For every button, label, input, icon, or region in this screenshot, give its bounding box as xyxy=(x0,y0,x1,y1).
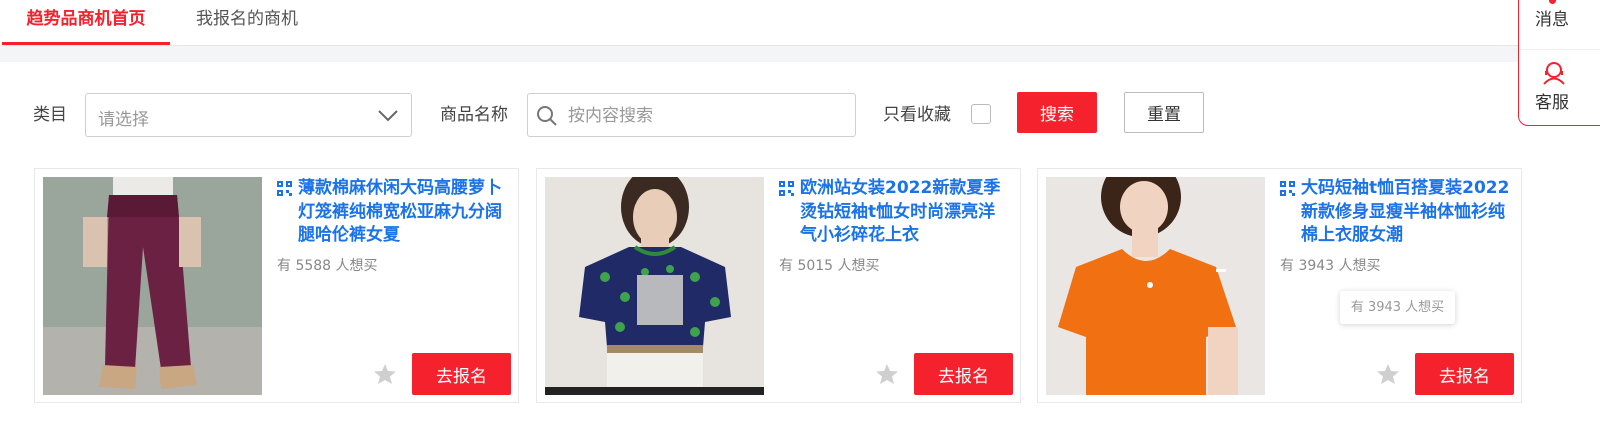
product-card: 欧洲站女装2022新款夏季烫钻短袖t恤女时尚漂亮洋气小衫碎花上衣 有 5015 … xyxy=(536,168,1021,403)
divider xyxy=(1519,49,1600,50)
want-count: 有 5588 人想买 xyxy=(277,258,378,274)
product-title-block: 薄款棉麻休闲大码高腰萝卜灯笼裤纯棉宽松亚麻九分阔腿哈伦裤女夏 xyxy=(277,177,509,248)
category-select[interactable]: 请选择 xyxy=(85,93,412,137)
category-placeholder: 请选择 xyxy=(98,110,149,130)
product-title-block: 大码短袖t恤百搭夏装2022新款修身显瘦半袖体恤衫纯棉上衣服女潮 xyxy=(1280,177,1512,248)
register-button[interactable]: 去报名 xyxy=(914,353,1013,395)
tab-my-registrations[interactable]: 我报名的商机 xyxy=(196,0,298,45)
star-icon[interactable] xyxy=(373,363,397,389)
message-button[interactable]: 消息 xyxy=(1535,5,1569,30)
chevron-down-icon xyxy=(377,108,399,127)
product-title-link[interactable]: 薄款棉麻休闲大码高腰萝卜灯笼裤纯棉宽松亚麻九分阔腿哈伦裤女夏 xyxy=(298,177,509,248)
product-card: 大码短袖t恤百搭夏装2022新款修身显瘦半袖体恤衫纯棉上衣服女潮 有 3943 … xyxy=(1037,168,1522,403)
favorites-only-checkbox[interactable] xyxy=(971,104,991,124)
product-title-link[interactable]: 欧洲站女装2022新款夏季烫钻短袖t恤女时尚漂亮洋气小衫碎花上衣 xyxy=(800,177,1011,248)
tab-bar: 趋势品商机首页 我报名的商机 xyxy=(0,0,1600,46)
category-label: 类目 xyxy=(33,105,67,125)
customer-service-button[interactable]: 客服 xyxy=(1535,88,1569,113)
star-icon[interactable] xyxy=(1376,363,1400,389)
product-title-link[interactable]: 大码短袖t恤百搭夏装2022新款修身显瘦半袖体恤衫纯棉上衣服女潮 xyxy=(1301,177,1512,248)
qr-code-icon[interactable] xyxy=(1280,181,1295,200)
product-image-floral-tshirt[interactable] xyxy=(545,177,764,395)
search-icon xyxy=(536,105,558,131)
product-image-orange-tshirt[interactable] xyxy=(1046,177,1265,395)
star-icon[interactable] xyxy=(875,363,899,389)
register-button[interactable]: 去报名 xyxy=(412,353,511,395)
want-count-tooltip: 有 3943 人想买 xyxy=(1340,291,1455,324)
register-button[interactable]: 去报名 xyxy=(1415,353,1514,395)
customer-service-icon[interactable] xyxy=(1541,61,1567,89)
product-card: 薄款棉麻休闲大码高腰萝卜灯笼裤纯棉宽松亚麻九分阔腿哈伦裤女夏 有 5588 人想… xyxy=(34,168,519,403)
want-count: 有 3943 人想买 xyxy=(1280,258,1381,274)
reset-button[interactable]: 重置 xyxy=(1124,92,1204,133)
search-button[interactable]: 搜索 xyxy=(1017,92,1097,133)
qr-code-icon[interactable] xyxy=(277,181,292,200)
floating-service-bar: 消息 客服 xyxy=(1518,0,1600,126)
favorites-only-label: 只看收藏 xyxy=(883,105,951,125)
tab-trending-home[interactable]: 趋势品商机首页 xyxy=(2,0,170,45)
product-search-box xyxy=(527,93,856,137)
product-search-input[interactable] xyxy=(566,102,850,130)
product-title-block: 欧洲站女装2022新款夏季烫钻短袖t恤女时尚漂亮洋气小衫碎花上衣 xyxy=(779,177,1011,248)
want-count: 有 5015 人想买 xyxy=(779,258,880,274)
qr-code-icon[interactable] xyxy=(779,181,794,200)
product-image-purple-pants[interactable] xyxy=(43,177,262,395)
product-name-label: 商品名称 xyxy=(440,105,508,125)
